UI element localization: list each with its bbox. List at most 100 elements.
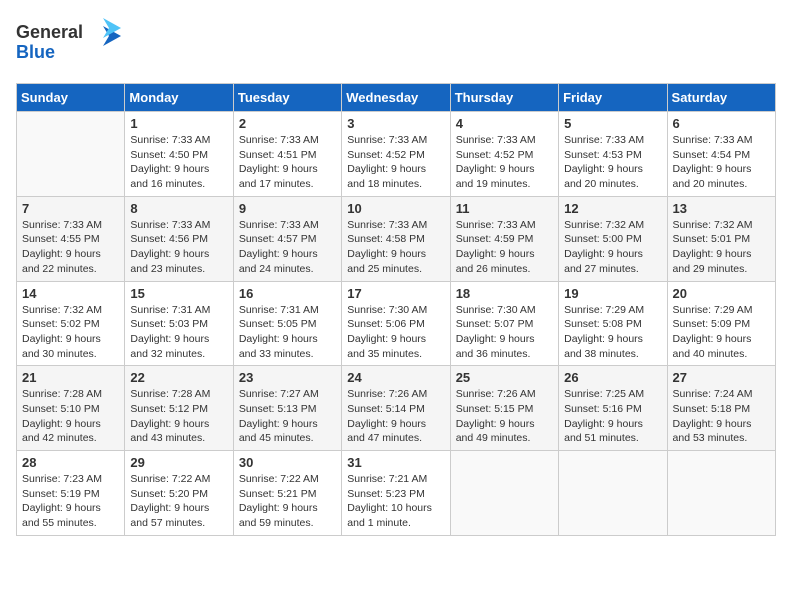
- calendar-cell: 19 Sunrise: 7:29 AMSunset: 5:08 PMDayligh…: [559, 281, 667, 366]
- day-number: 25: [456, 370, 553, 385]
- day-number: 6: [673, 116, 770, 131]
- day-number: 26: [564, 370, 661, 385]
- calendar-cell: [450, 451, 558, 536]
- calendar-cell: 9 Sunrise: 7:33 AMSunset: 4:57 PMDaylight…: [233, 196, 341, 281]
- day-info: Sunrise: 7:30 AMSunset: 5:06 PMDaylight:…: [347, 303, 444, 362]
- calendar-cell: [559, 451, 667, 536]
- calendar-cell: 28Sunrise: 7:23 AMSunset: 5:19 PMDayligh…: [17, 451, 125, 536]
- calendar-cell: 8Sunrise: 7:33 AMSunset: 4:56 PMDaylight…: [125, 196, 233, 281]
- day-info: Sunrise: 7:25 AMSunset: 5:16 PMDaylight:…: [564, 387, 661, 446]
- day-info: Sunrise: 7:26 AMSunset: 5:14 PMDaylight:…: [347, 387, 444, 446]
- day-info: Sunrise: 7:33 AMSunset: 4:56 PMDaylight:…: [130, 218, 227, 277]
- calendar-cell: 15Sunrise: 7:31 AMSunset: 5:03 PMDayligh…: [125, 281, 233, 366]
- day-number: 5: [564, 116, 661, 131]
- calendar-cell: [667, 451, 775, 536]
- calendar-cell: [17, 112, 125, 197]
- day-number: 16: [239, 286, 336, 301]
- day-info: Sunrise: 7:22 AMSunset: 5:20 PMDaylight:…: [130, 472, 227, 531]
- day-info: Sunrise: 7:27 AMSunset: 5:13 PMDaylight:…: [239, 387, 336, 446]
- day-header-monday: Monday: [125, 84, 233, 112]
- calendar-cell: 18 Sunrise: 7:30 AMSunset: 5:07 PMDayligh…: [450, 281, 558, 366]
- day-info: Sunrise: 7:31 AMSunset: 5:05 PMDaylight:…: [239, 303, 336, 362]
- page-header: General Blue: [16, 16, 776, 71]
- day-number: 17: [347, 286, 444, 301]
- calendar-cell: 11Sunrise: 7:33 AMSunset: 4:59 PMDayligh…: [450, 196, 558, 281]
- day-header-wednesday: Wednesday: [342, 84, 450, 112]
- calendar-cell: 1Sunrise: 7:33 AMSunset: 4:50 PMDaylight…: [125, 112, 233, 197]
- day-info: Sunrise: 7:29 AMSunset: 5:09 PMDaylight:…: [673, 303, 770, 362]
- svg-text:Blue: Blue: [16, 42, 55, 62]
- calendar-table: SundayMondayTuesdayWednesdayThursdayFrid…: [16, 83, 776, 536]
- day-info: Sunrise: 7:31 AMSunset: 5:03 PMDaylight:…: [130, 303, 227, 362]
- day-number: 21: [22, 370, 119, 385]
- day-header-friday: Friday: [559, 84, 667, 112]
- day-number: 4: [456, 116, 553, 131]
- calendar-cell: 22Sunrise: 7:28 AMSunset: 5:12 PMDayligh…: [125, 366, 233, 451]
- calendar-cell: 12 Sunrise: 7:32 AMSunset: 5:00 PMDayligh…: [559, 196, 667, 281]
- logo-text: General Blue: [16, 16, 126, 71]
- day-info: Sunrise: 7:33 AMSunset: 4:52 PMDaylight:…: [347, 133, 444, 192]
- day-info: Sunrise: 7:33 AMSunset: 4:59 PMDaylight:…: [456, 218, 553, 277]
- calendar-cell: 3 Sunrise: 7:33 AMSunset: 4:52 PMDaylight…: [342, 112, 450, 197]
- calendar-week-4: 21Sunrise: 7:28 AMSunset: 5:10 PMDayligh…: [17, 366, 776, 451]
- calendar-cell: 7 Sunrise: 7:33 AMSunset: 4:55 PMDaylight…: [17, 196, 125, 281]
- day-info: Sunrise: 7:32 AMSunset: 5:01 PMDaylight:…: [673, 218, 770, 277]
- day-number: 14: [22, 286, 119, 301]
- day-info: Sunrise: 7:33 AMSunset: 4:58 PMDaylight:…: [347, 218, 444, 277]
- day-number: 19: [564, 286, 661, 301]
- day-info: Sunrise: 7:33 AMSunset: 4:53 PMDaylight:…: [564, 133, 661, 192]
- day-number: 7: [22, 201, 119, 216]
- day-info: Sunrise: 7:28 AMSunset: 5:12 PMDaylight:…: [130, 387, 227, 446]
- calendar-cell: 25 Sunrise: 7:26 AMSunset: 5:15 PMDayligh…: [450, 366, 558, 451]
- day-info: Sunrise: 7:32 AMSunset: 5:02 PMDaylight:…: [22, 303, 119, 362]
- calendar-cell: 23 Sunrise: 7:27 AMSunset: 5:13 PMDayligh…: [233, 366, 341, 451]
- day-header-thursday: Thursday: [450, 84, 558, 112]
- day-number: 9: [239, 201, 336, 216]
- calendar-cell: 17 Sunrise: 7:30 AMSunset: 5:06 PMDayligh…: [342, 281, 450, 366]
- day-number: 12: [564, 201, 661, 216]
- day-header-saturday: Saturday: [667, 84, 775, 112]
- day-number: 3: [347, 116, 444, 131]
- day-header-tuesday: Tuesday: [233, 84, 341, 112]
- day-info: Sunrise: 7:29 AMSunset: 5:08 PMDaylight:…: [564, 303, 661, 362]
- day-number: 24: [347, 370, 444, 385]
- calendar-cell: 16 Sunrise: 7:31 AMSunset: 5:05 PMDayligh…: [233, 281, 341, 366]
- calendar-cell: 14 Sunrise: 7:32 AMSunset: 5:02 PMDayligh…: [17, 281, 125, 366]
- calendar-header-row: SundayMondayTuesdayWednesdayThursdayFrid…: [17, 84, 776, 112]
- calendar-cell: 24 Sunrise: 7:26 AMSunset: 5:14 PMDayligh…: [342, 366, 450, 451]
- calendar-cell: 6 Sunrise: 7:33 AMSunset: 4:54 PMDaylight…: [667, 112, 775, 197]
- day-number: 13: [673, 201, 770, 216]
- calendar-week-3: 14 Sunrise: 7:32 AMSunset: 5:02 PMDayligh…: [17, 281, 776, 366]
- day-info: Sunrise: 7:32 AMSunset: 5:00 PMDaylight:…: [564, 218, 661, 277]
- day-info: Sunrise: 7:22 AMSunset: 5:21 PMDaylight:…: [239, 472, 336, 531]
- logo: General Blue: [16, 16, 126, 71]
- day-number: 23: [239, 370, 336, 385]
- day-number: 28: [22, 455, 119, 470]
- day-number: 30: [239, 455, 336, 470]
- calendar-cell: 27 Sunrise: 7:24 AMSunset: 5:18 PMDayligh…: [667, 366, 775, 451]
- calendar-week-5: 28Sunrise: 7:23 AMSunset: 5:19 PMDayligh…: [17, 451, 776, 536]
- day-info: Sunrise: 7:24 AMSunset: 5:18 PMDaylight:…: [673, 387, 770, 446]
- day-info: Sunrise: 7:30 AMSunset: 5:07 PMDaylight:…: [456, 303, 553, 362]
- day-number: 10: [347, 201, 444, 216]
- calendar-week-2: 7 Sunrise: 7:33 AMSunset: 4:55 PMDaylight…: [17, 196, 776, 281]
- day-info: Sunrise: 7:33 AMSunset: 4:51 PMDaylight:…: [239, 133, 336, 192]
- calendar-cell: 30 Sunrise: 7:22 AMSunset: 5:21 PMDayligh…: [233, 451, 341, 536]
- calendar-cell: 20Sunrise: 7:29 AMSunset: 5:09 PMDayligh…: [667, 281, 775, 366]
- day-number: 18: [456, 286, 553, 301]
- calendar-cell: 29Sunrise: 7:22 AMSunset: 5:20 PMDayligh…: [125, 451, 233, 536]
- day-info: Sunrise: 7:26 AMSunset: 5:15 PMDaylight:…: [456, 387, 553, 446]
- day-info: Sunrise: 7:33 AMSunset: 4:57 PMDaylight:…: [239, 218, 336, 277]
- day-number: 27: [673, 370, 770, 385]
- calendar-cell: 4Sunrise: 7:33 AMSunset: 4:52 PMDaylight…: [450, 112, 558, 197]
- calendar-cell: 21Sunrise: 7:28 AMSunset: 5:10 PMDayligh…: [17, 366, 125, 451]
- day-number: 31: [347, 455, 444, 470]
- calendar-cell: 26 Sunrise: 7:25 AMSunset: 5:16 PMDayligh…: [559, 366, 667, 451]
- day-info: Sunrise: 7:33 AMSunset: 4:54 PMDaylight:…: [673, 133, 770, 192]
- calendar-cell: 31Sunrise: 7:21 AMSunset: 5:23 PMDayligh…: [342, 451, 450, 536]
- day-header-sunday: Sunday: [17, 84, 125, 112]
- day-info: Sunrise: 7:33 AMSunset: 4:55 PMDaylight:…: [22, 218, 119, 277]
- svg-text:General: General: [16, 22, 83, 42]
- calendar-cell: 5 Sunrise: 7:33 AMSunset: 4:53 PMDaylight…: [559, 112, 667, 197]
- day-number: 2: [239, 116, 336, 131]
